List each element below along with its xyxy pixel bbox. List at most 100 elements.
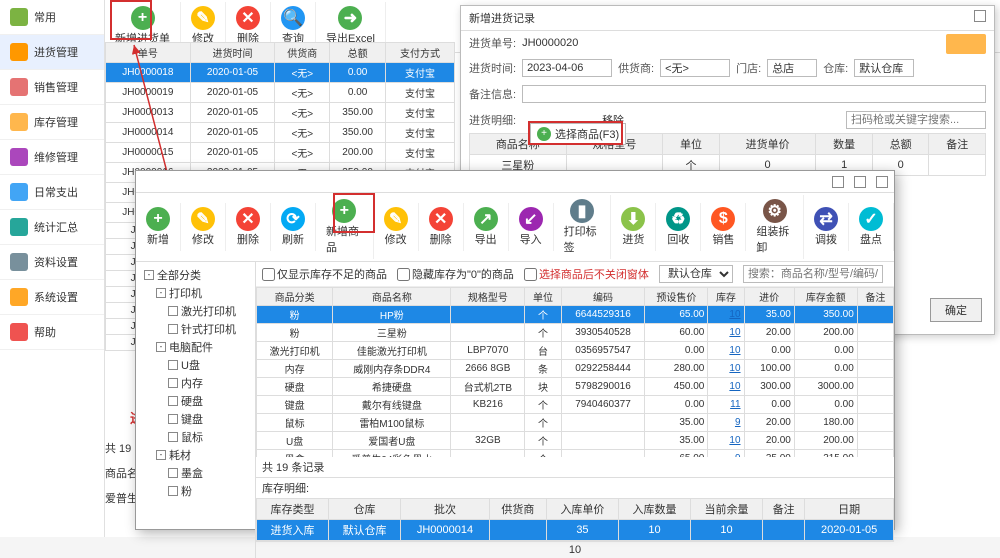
col-header[interactable]: 供货商 [275, 43, 330, 63]
sidebar-item-system[interactable]: 系统设置 [0, 280, 104, 315]
sidebar-item-daily[interactable]: 日常支出 [0, 175, 104, 210]
tree-item[interactable]: 鼠标 [140, 428, 251, 446]
date-input[interactable] [522, 59, 612, 77]
tree-item[interactable]: 激光打印机 [140, 302, 251, 320]
table-row[interactable]: 粉HP粉个664452931665.001035.00350.00 [257, 306, 894, 324]
detail-label: 进货明细: [469, 112, 516, 128]
tree-item[interactable]: 键盘 [140, 410, 251, 428]
table-row[interactable]: 键盘戴尔有线键盘KB216个79404603770.00110.000.00 [257, 396, 894, 414]
warehouse-input[interactable] [854, 59, 914, 77]
memo-input[interactable] [522, 85, 986, 103]
cart-icon [10, 78, 28, 96]
sell-button[interactable]: $销售 [701, 203, 746, 251]
warehouse-select[interactable]: 默认仓库 [659, 265, 733, 283]
transfer-icon: ⇄ [814, 207, 838, 231]
table-row[interactable]: JH00000192020-01-05<无>0.00支付宝 [106, 83, 455, 103]
pencil-icon: ✎ [384, 207, 408, 231]
tree-item[interactable]: 粉 [140, 482, 251, 500]
table-row[interactable]: U盘爱国者U盘32GB个35.001020.00200.00 [257, 432, 894, 450]
col-header[interactable]: 单号 [106, 43, 191, 63]
sidebar-item-stock[interactable]: 库存管理 [0, 105, 104, 140]
sidebar-item-stats[interactable]: 统计汇总 [0, 210, 104, 245]
minimize-icon[interactable] [832, 176, 844, 188]
check-button[interactable]: ✓盘点 [849, 203, 894, 251]
pencil-icon: ✎ [191, 6, 215, 30]
tree-item[interactable]: 针式打印机 [140, 320, 251, 338]
select-product-button[interactable]: + 选择商品(F3) [530, 123, 626, 145]
tree-item[interactable]: -电脑配件 [140, 338, 251, 356]
tree-item[interactable]: -打印机 [140, 284, 251, 302]
maximize-icon[interactable] [854, 176, 866, 188]
purchase-button[interactable]: ⬇进货 [611, 203, 656, 251]
refresh-button[interactable]: ⟳刷新 [271, 203, 316, 251]
import-button[interactable]: ↙导入 [509, 203, 554, 251]
in-icon: ⬇ [621, 207, 645, 231]
close-icon[interactable] [974, 10, 986, 22]
table-row[interactable]: JH00000152020-01-05<无>200.00支付宝 [106, 143, 455, 163]
barcode-search[interactable] [846, 111, 986, 129]
record-count: 共 19 条记录 [256, 457, 894, 477]
add-product-button[interactable]: +新增商品 [316, 195, 374, 259]
tree-item[interactable]: U盘 [140, 356, 251, 374]
db-icon [10, 253, 28, 271]
close-icon[interactable] [876, 176, 888, 188]
table-row[interactable]: 鼠标雷柏M100鼠标个35.00920.00180.00 [257, 414, 894, 432]
hide-zero-checkbox[interactable]: 隐藏库存为"0"的商品 [397, 266, 514, 282]
tree-item[interactable]: -全部分类 [140, 266, 251, 284]
table-row[interactable]: 粉三星粉个393054052860.001020.00200.00 [257, 324, 894, 342]
col-header[interactable]: 进货时间 [190, 43, 275, 63]
del-product-button[interactable]: ✕删除 [419, 203, 464, 251]
pencil-icon: ✎ [191, 207, 215, 231]
product-grid: 商品分类商品名称规格型号单位编码预设售价库存进价库存金额备注粉HP粉个66445… [256, 287, 894, 457]
tree-item[interactable]: 硬盘 [140, 392, 251, 410]
page-indicator: 10 [256, 541, 894, 558]
x-icon: ✕ [429, 207, 453, 231]
dialog-title: 新增进货记录 [469, 10, 535, 26]
refresh-icon: ⟳ [281, 207, 305, 231]
sidebar-item-purchase[interactable]: 进货管理 [0, 35, 104, 70]
tree-item[interactable]: -耗材 [140, 446, 251, 464]
sidebar-item-help[interactable]: 帮助 [0, 315, 104, 350]
col-header[interactable]: 总额 [330, 43, 386, 63]
search-icon: 🔍 [281, 6, 305, 30]
table-row[interactable]: 激光打印机佳能激光打印机LBP7070台03569575470.00100.00… [257, 342, 894, 360]
x-icon: ✕ [236, 6, 260, 30]
keep-open-checkbox[interactable]: 选择商品后不关闭窗体 [524, 266, 649, 282]
supplier-input[interactable] [660, 59, 730, 77]
box-in-icon [10, 43, 28, 61]
export-icon: ↗ [474, 207, 498, 231]
col-header[interactable]: 支付方式 [385, 43, 454, 63]
calendar-icon [10, 183, 28, 201]
folder-icon [10, 8, 28, 26]
plus-icon: + [146, 207, 170, 231]
table-row[interactable]: 硬盘希捷硬盘台式机2TB块5798290016450.0010300.00300… [257, 378, 894, 396]
sidebar-item-common[interactable]: 常用 [0, 0, 104, 35]
table-row[interactable]: 墨盒爱普生04彩色墨水个65.00935.00315.00 [257, 450, 894, 458]
category-tree: -全部分类-打印机激光打印机针式打印机-电脑配件U盘内存硬盘键盘鼠标-耗材墨盒粉 [136, 262, 256, 558]
shop-input[interactable] [767, 59, 817, 77]
show-low-stock-checkbox[interactable]: 仅显示库存不足的商品 [262, 266, 387, 282]
table-row[interactable]: JH00000132020-01-05<无>350.00支付宝 [106, 103, 455, 123]
export-button[interactable]: ↗导出 [464, 203, 509, 251]
ok-button[interactable]: 确定 [930, 298, 982, 322]
transfer-button[interactable]: ⇄调拨 [804, 203, 849, 251]
recycle-button[interactable]: ♻回收 [656, 203, 701, 251]
assemble-button[interactable]: ⚙组装拆卸 [746, 195, 804, 259]
barcode-icon: ▮ [570, 199, 594, 223]
table-row[interactable]: 内存威刚内存条DDR42666 8GB条0292258444280.001010… [257, 360, 894, 378]
sidebar-item-sales[interactable]: 销售管理 [0, 70, 104, 105]
table-row[interactable]: JH00000142020-01-05<无>350.00支付宝 [106, 123, 455, 143]
sidebar-item-data[interactable]: 资料设置 [0, 245, 104, 280]
date-label: 进货时间: [469, 60, 516, 76]
sell-icon: $ [711, 207, 735, 231]
tree-item[interactable]: 内存 [140, 374, 251, 392]
cat-add-button[interactable]: +新增 [136, 203, 181, 251]
cat-del-button[interactable]: ✕删除 [226, 203, 271, 251]
tree-item[interactable]: 墨盒 [140, 464, 251, 482]
sidebar-item-repair[interactable]: 维修管理 [0, 140, 104, 175]
table-row[interactable]: JH00000182020-01-05<无>0.00支付宝 [106, 63, 455, 83]
print-label-button[interactable]: ▮打印标签 [554, 195, 612, 259]
edit-product-button[interactable]: ✎修改 [374, 203, 419, 251]
product-search[interactable] [743, 265, 883, 283]
cat-edit-button[interactable]: ✎修改 [181, 203, 226, 251]
